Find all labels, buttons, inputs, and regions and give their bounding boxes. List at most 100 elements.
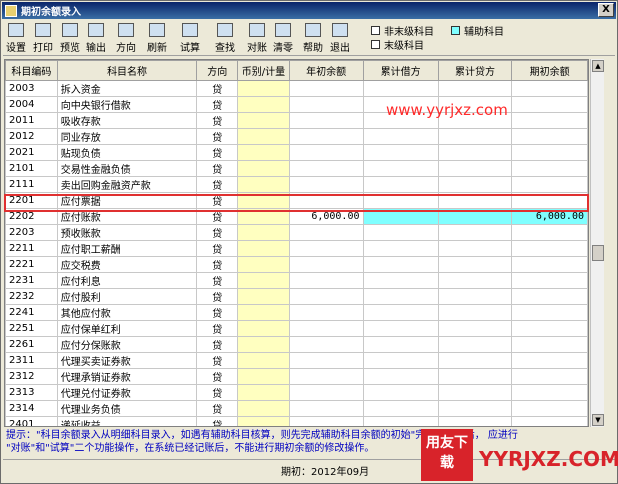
currency-unit[interactable] [237, 304, 290, 321]
cumulative-debit[interactable] [362, 256, 439, 273]
col-header[interactable]: 科目编码 [5, 60, 58, 81]
opening-balance[interactable] [511, 304, 588, 321]
currency-unit[interactable] [237, 160, 290, 177]
opening-balance[interactable] [511, 272, 588, 289]
preview-button[interactable]: 预览 [58, 22, 82, 54]
opening-balance[interactable] [511, 144, 588, 161]
currency-unit[interactable] [237, 320, 290, 337]
cumulative-debit[interactable] [362, 80, 439, 97]
opening-year-balance[interactable] [288, 128, 364, 145]
currency-unit[interactable] [237, 80, 290, 97]
currency-unit[interactable] [237, 384, 290, 401]
currency-unit[interactable] [237, 128, 290, 145]
opening-year-balance[interactable] [288, 368, 364, 385]
cumulative-debit[interactable] [362, 288, 439, 305]
table-row[interactable]: 2021 贴现负债贷 [5, 144, 588, 161]
opening-balance[interactable] [511, 368, 588, 385]
currency-unit[interactable] [237, 336, 290, 353]
opening-balance[interactable] [511, 416, 588, 426]
vertical-scrollbar[interactable]: ▲ ▼ [590, 59, 604, 427]
cumulative-credit[interactable] [437, 240, 513, 257]
cumulative-debit[interactable] [362, 400, 439, 417]
currency-unit[interactable] [237, 400, 290, 417]
currency-unit[interactable] [237, 416, 290, 426]
col-header[interactable]: 方向 [196, 60, 239, 81]
col-header[interactable]: 期初余额 [511, 60, 588, 81]
opening-balance[interactable] [511, 224, 588, 241]
opening-balance[interactable] [511, 384, 588, 401]
opening-balance[interactable] [511, 288, 588, 305]
opening-year-balance[interactable] [288, 96, 364, 113]
cumulative-credit[interactable] [437, 384, 513, 401]
table-row[interactable]: 2251 应付保单红利贷 [5, 320, 588, 337]
cumulative-debit[interactable] [362, 144, 439, 161]
exit-button[interactable]: 退出 [328, 22, 352, 54]
cumulative-credit[interactable] [437, 320, 513, 337]
print-button[interactable]: 打印 [30, 22, 56, 54]
clear-button[interactable]: 清零 [271, 22, 295, 54]
opening-balance[interactable] [511, 256, 588, 273]
opening-year-balance[interactable] [288, 304, 364, 321]
cumulative-debit[interactable] [362, 272, 439, 289]
cumulative-debit[interactable] [362, 176, 439, 193]
opening-year-balance[interactable] [288, 400, 364, 417]
currency-unit[interactable] [237, 352, 290, 369]
cumulative-debit[interactable] [362, 160, 439, 177]
opening-year-balance[interactable] [288, 80, 364, 97]
cumulative-debit[interactable] [362, 384, 439, 401]
scroll-thumb[interactable] [592, 245, 604, 261]
cumulative-credit[interactable] [437, 80, 513, 97]
help-button[interactable]: 帮助 [301, 22, 325, 54]
opening-balance[interactable] [511, 96, 588, 113]
currency-unit[interactable] [237, 256, 290, 273]
currency-unit[interactable] [237, 112, 290, 129]
cumulative-credit[interactable] [437, 336, 513, 353]
currency-unit[interactable] [237, 368, 290, 385]
currency-unit[interactable] [237, 240, 290, 257]
opening-balance[interactable] [511, 320, 588, 337]
table-row[interactable]: 2012 同业存放贷 [5, 128, 588, 145]
cumulative-debit[interactable] [362, 416, 439, 426]
scroll-down-icon[interactable]: ▼ [592, 414, 604, 426]
opening-year-balance[interactable] [288, 288, 364, 305]
currency-unit[interactable] [237, 272, 290, 289]
cumulative-credit[interactable] [437, 416, 513, 426]
cumulative-credit[interactable] [437, 160, 513, 177]
opening-year-balance[interactable] [288, 320, 364, 337]
cumulative-credit[interactable] [437, 256, 513, 273]
cumulative-credit[interactable] [437, 288, 513, 305]
opening-balance[interactable] [511, 112, 588, 129]
currency-unit[interactable] [237, 288, 290, 305]
col-header[interactable]: 累计贷方 [437, 60, 513, 81]
settings-button[interactable]: 设置 [5, 22, 27, 54]
reconcile-button[interactable]: 对账 [245, 22, 269, 54]
table-row[interactable]: 2313 代理兑付证券款贷 [5, 384, 588, 401]
opening-year-balance[interactable] [288, 224, 364, 241]
opening-year-balance[interactable] [288, 384, 364, 401]
opening-year-balance[interactable] [288, 112, 364, 129]
table-row[interactable]: 2203 预收账款贷 [5, 224, 588, 241]
opening-year-balance[interactable] [288, 160, 364, 177]
opening-balance[interactable] [511, 80, 588, 97]
col-header[interactable]: 年初余额 [288, 60, 364, 81]
cumulative-credit[interactable] [437, 176, 513, 193]
opening-balance[interactable] [511, 400, 588, 417]
table-row[interactable]: 2312 代理承销证券款贷 [5, 368, 588, 385]
table-row[interactable]: 2101 交易性金融负债贷 [5, 160, 588, 177]
table-row[interactable]: 2211 应付职工薪酬贷 [5, 240, 588, 257]
cumulative-credit[interactable] [437, 352, 513, 369]
cumulative-debit[interactable] [362, 368, 439, 385]
opening-balance[interactable] [511, 240, 588, 257]
table-row[interactable]: 2111 卖出回购金融资产款贷 [5, 176, 588, 193]
currency-unit[interactable] [237, 96, 290, 113]
table-row[interactable]: 2241 其他应付款贷 [5, 304, 588, 321]
table-row[interactable]: 2221 应交税费贷 [5, 256, 588, 273]
table-row[interactable]: 2311 代理买卖证券款贷 [5, 352, 588, 369]
opening-year-balance[interactable] [288, 256, 364, 273]
table-row[interactable]: 2231 应付利息贷 [5, 272, 588, 289]
cumulative-debit[interactable] [362, 240, 439, 257]
cumulative-debit[interactable] [362, 336, 439, 353]
opening-year-balance[interactable] [288, 176, 364, 193]
table-row[interactable]: 2232 应付股利贷 [5, 288, 588, 305]
cumulative-credit[interactable] [437, 368, 513, 385]
